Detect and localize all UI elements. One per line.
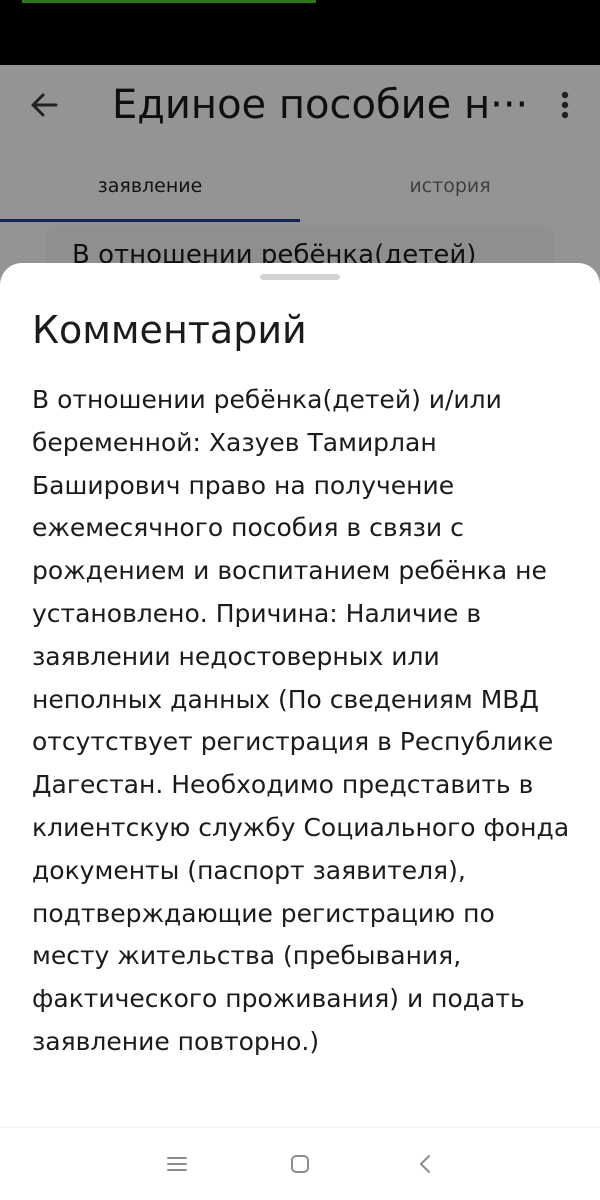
comment-bottom-sheet: Комментарий В отношении ребёнка(детей) и…	[0, 263, 600, 1199]
system-navigation-bar	[0, 1127, 600, 1200]
home-icon[interactable]	[286, 1150, 314, 1178]
sheet-title: Комментарий	[32, 308, 307, 352]
drag-handle[interactable]	[260, 274, 340, 280]
comment-text: В отношении ребёнка(детей) и/или беремен…	[32, 385, 570, 1056]
back-icon[interactable]	[412, 1150, 440, 1178]
menu-icon[interactable]	[163, 1150, 191, 1178]
